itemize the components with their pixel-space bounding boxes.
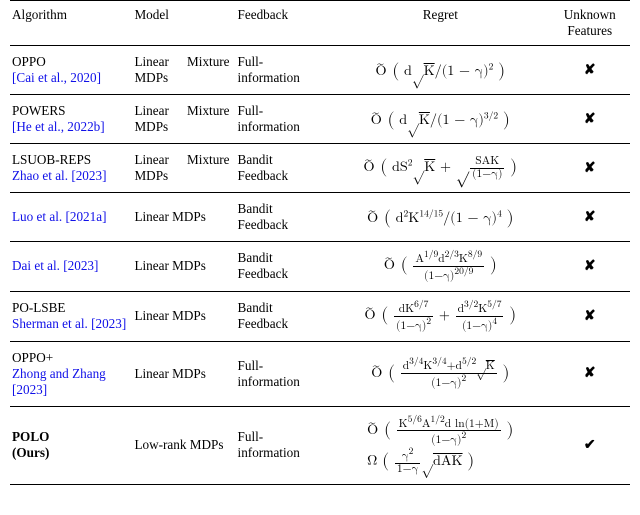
citation-link[interactable]: Zhong and Zhang [2023]	[12, 366, 106, 397]
citation-link[interactable]: Zhao et al. [2023]	[12, 168, 106, 183]
cross-icon	[584, 160, 596, 175]
cell-algorithm: PO-LSBESherman et al. [2023]	[10, 291, 132, 341]
cell-regret: O ( d√K/(1 − γ)3/2 )	[331, 95, 553, 144]
table-row: LSUOB-REPSZhao et al. [2023]Linear Mixtu…	[10, 144, 630, 193]
cell-unknown-features	[554, 341, 630, 406]
cell-algorithm: OPPO[Cai et al., 2020]	[10, 46, 132, 95]
cell-algorithm: LSUOB-REPSZhao et al. [2023]	[10, 144, 132, 193]
comparison-table: Algorithm Model Feedback Regret Unknown …	[10, 0, 630, 485]
cell-regret: O ( d3/4K3/4+d5/2√K(1−γ)2 )	[331, 341, 553, 406]
cross-icon	[584, 308, 596, 323]
cell-model: Linear Mixture MDPs	[132, 95, 235, 144]
cell-feedback: Bandit Feedback	[236, 193, 332, 242]
cell-algorithm: OPPO+Zhong and Zhang [2023]	[10, 341, 132, 406]
table-row: PO-LSBESherman et al. [2023]Linear MDPsB…	[10, 291, 630, 341]
cell-unknown-features	[554, 144, 630, 193]
cell-unknown-features	[554, 406, 630, 485]
cell-model: Linear MDPs	[132, 291, 235, 341]
ours-label: (Ours)	[12, 445, 49, 460]
cell-regret: O ( d√K/(1 − γ)2 )	[331, 46, 553, 95]
table-row: POWERS[He et al., 2022b]Linear Mixture M…	[10, 95, 630, 144]
cell-unknown-features	[554, 46, 630, 95]
cell-regret: O ( dK6/7(1−γ)2 + d3/2K5/7(1−γ)4 )	[331, 291, 553, 341]
citation-link[interactable]: Dai et al. [2023]	[12, 258, 98, 273]
table-row: OPPO[Cai et al., 2020]Linear Mixture MDP…	[10, 46, 630, 95]
table-row: Luo et al. [2021a] Linear MDPsBandit Feed…	[10, 193, 630, 242]
cell-feedback: Bandit Feedback	[236, 144, 332, 193]
cell-model: Linear MDPs	[132, 242, 235, 292]
cell-regret: O ( dS2√K + √SAK(1−γ) )	[331, 144, 553, 193]
cell-model: Linear MDPs	[132, 341, 235, 406]
cell-model: Low-rank MDPs	[132, 406, 235, 485]
cell-unknown-features	[554, 242, 630, 292]
cell-model: Linear MDPs	[132, 193, 235, 242]
header-regret: Regret	[331, 1, 553, 46]
cell-algorithm: POLO(Ours)	[10, 406, 132, 485]
cell-algorithm: Luo et al. [2021a]	[10, 193, 132, 242]
citation-link[interactable]: [He et al., 2022b]	[12, 119, 105, 134]
cell-regret: O ( d2K14/15/(1 − γ)4 )	[331, 193, 553, 242]
cell-regret: O ( K5/6A1/2d ln(1+M)(1−γ)2 )Ω ( γ21−γ√d…	[331, 406, 553, 485]
cell-feedback: Bandit Feedback	[236, 291, 332, 341]
algorithm-name: OPPO+	[12, 350, 126, 366]
cross-icon	[584, 62, 596, 77]
cell-feedback: Full-information	[236, 341, 332, 406]
header-row: Algorithm Model Feedback Regret Unknown …	[10, 1, 630, 46]
cell-feedback: Full-information	[236, 46, 332, 95]
header-algorithm: Algorithm	[10, 1, 132, 46]
cell-model: Linear Mixture MDPs	[132, 46, 235, 95]
cell-unknown-features	[554, 95, 630, 144]
cross-icon	[584, 258, 596, 273]
algorithm-name: LSUOB-REPS	[12, 152, 126, 168]
cell-model: Linear Mixture MDPs	[132, 144, 235, 193]
check-icon	[584, 437, 596, 452]
cross-icon	[584, 111, 596, 126]
table-row: OPPO+Zhong and Zhang [2023]Linear MDPsFu…	[10, 341, 630, 406]
header-model: Model	[132, 1, 235, 46]
header-unknown-features: Unknown Features	[554, 1, 630, 46]
table-row: POLO(Ours)Low-rank MDPsFull-informationO…	[10, 406, 630, 485]
cell-feedback: Full-information	[236, 95, 332, 144]
algorithm-name: POWERS	[12, 103, 126, 119]
cell-unknown-features	[554, 193, 630, 242]
cross-icon	[584, 365, 596, 380]
algorithm-name: OPPO	[12, 54, 126, 70]
algorithm-name: POLO	[12, 429, 126, 445]
cell-regret: O ( A1/9d2/3K8/9(1−γ)20/9 )	[331, 242, 553, 292]
cell-feedback: Full-information	[236, 406, 332, 485]
cell-algorithm: POWERS[He et al., 2022b]	[10, 95, 132, 144]
cross-icon	[584, 209, 596, 224]
cell-feedback: Bandit Feedback	[236, 242, 332, 292]
cell-algorithm: Dai et al. [2023]	[10, 242, 132, 292]
table-row: Dai et al. [2023] Linear MDPsBandit Feedb…	[10, 242, 630, 292]
citation-link[interactable]: [Cai et al., 2020]	[12, 70, 101, 85]
algorithm-name: PO-LSBE	[12, 300, 126, 316]
header-feedback: Feedback	[236, 1, 332, 46]
citation-link[interactable]: Luo et al. [2021a]	[12, 209, 106, 224]
cell-unknown-features	[554, 291, 630, 341]
citation-link[interactable]: Sherman et al. [2023]	[12, 316, 126, 331]
